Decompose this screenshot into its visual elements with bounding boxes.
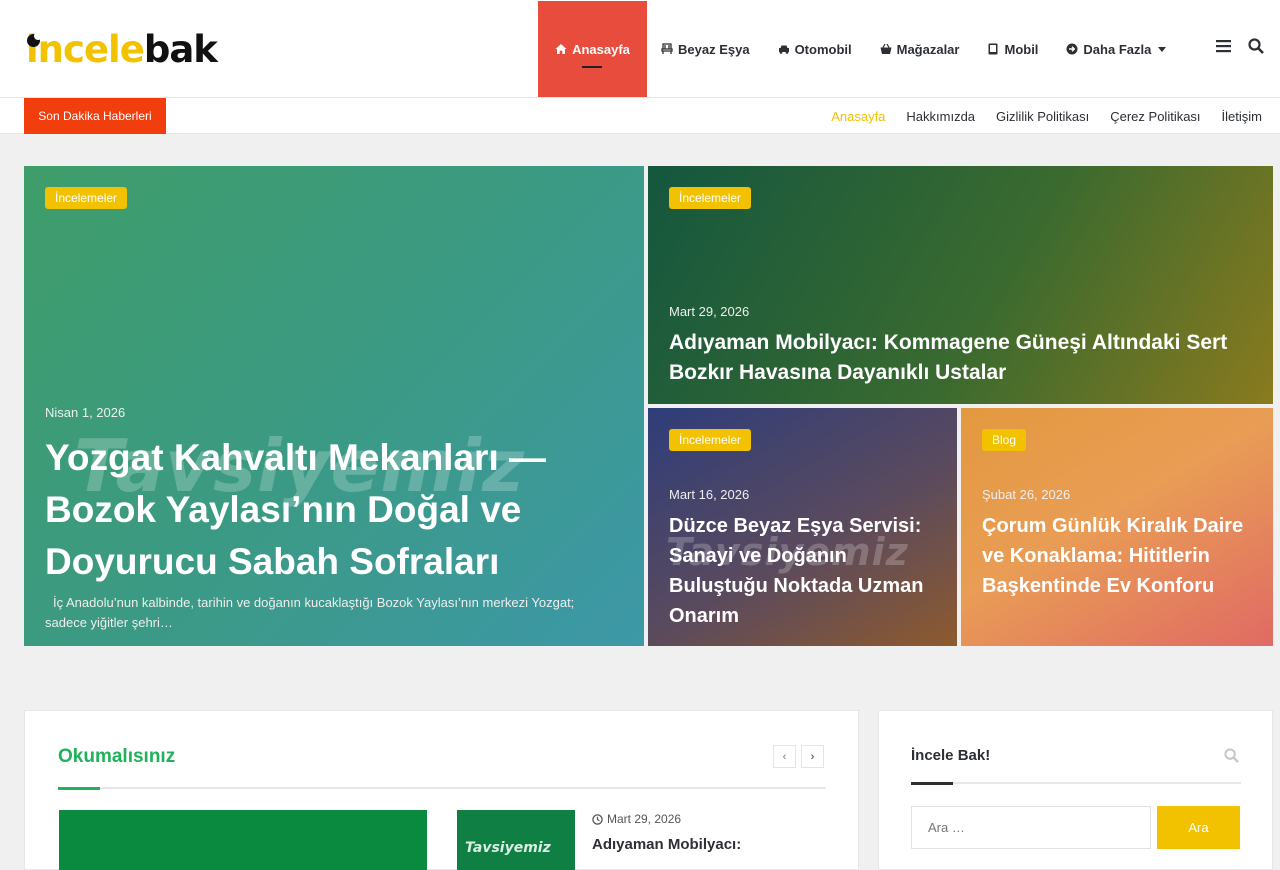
sidebar-widget: İncele Bak! Ara bbox=[878, 710, 1273, 870]
nav-item-daha-fazla[interactable]: Daha Fazla bbox=[1052, 1, 1180, 97]
top-links: Anasayfa Hakkımızda Gizlilik Politikası … bbox=[831, 98, 1262, 134]
post-meta: Mart 29, 2026 bbox=[592, 812, 681, 826]
post-title[interactable]: Adıyaman Mobilyacı: bbox=[592, 836, 741, 853]
nav-item-otomobil[interactable]: Otomobil bbox=[764, 1, 866, 97]
featured-post-2[interactable]: İncelemeler Mart 29, 2026 Adıyaman Mobil… bbox=[648, 166, 1273, 404]
category-badge[interactable]: İncelemeler bbox=[669, 187, 752, 209]
next-button[interactable]: › bbox=[801, 745, 824, 768]
car-icon bbox=[778, 45, 789, 54]
breaking-news-label[interactable]: Son Dakika Haberleri bbox=[24, 98, 166, 134]
nav-label: Daha Fazla bbox=[1083, 41, 1152, 57]
top-link-anasayfa[interactable]: Anasayfa bbox=[831, 109, 885, 124]
post-title[interactable]: Yozgat Kahvaltı Mekanları — Bozok Yaylas… bbox=[45, 432, 614, 588]
site-logo[interactable]: incele bak bbox=[26, 28, 218, 71]
arrow-circle-icon bbox=[1066, 43, 1078, 55]
header-tools bbox=[1216, 38, 1264, 54]
nav-item-mobil[interactable]: Mobil bbox=[973, 1, 1052, 97]
post-title[interactable]: Çorum Günlük Kiralık Daire ve Konaklama:… bbox=[982, 511, 1251, 601]
post-excerpt: İç Anadolu’nun kalbinde, tarihin ve doğa… bbox=[45, 595, 575, 630]
search-icon bbox=[1224, 748, 1239, 763]
widget-title: İncele Bak! bbox=[911, 747, 991, 764]
site-header: incele bak Anasayfa Beyaz Eşya Otomobil M… bbox=[0, 0, 1280, 97]
post-title[interactable]: Düzce Beyaz Eşya Servisi: Sanayi ve Doğa… bbox=[669, 511, 937, 631]
section-divider bbox=[58, 787, 826, 790]
chevron-down-icon bbox=[1158, 46, 1167, 52]
thumbnail-watermark: Tavsiyemiz bbox=[465, 840, 551, 856]
logo-text-part1: incele bbox=[26, 28, 145, 71]
category-badge[interactable]: İncelemeler bbox=[669, 429, 752, 451]
featured-post-main[interactable]: Tavsiyemiz İncelemeler Nisan 1, 2026 Yoz… bbox=[24, 166, 644, 646]
post-date: Mart 29, 2026 bbox=[607, 812, 682, 826]
nav-item-beyaz-esya[interactable]: Beyaz Eşya bbox=[647, 1, 764, 97]
post-date: Mart 29, 2026 bbox=[669, 304, 750, 319]
logo-dot-highlight bbox=[34, 32, 42, 40]
nav-item-magazalar[interactable]: Mağazalar bbox=[866, 1, 974, 97]
category-badge[interactable]: Blog bbox=[982, 429, 1027, 451]
featured-post-3[interactable]: Tavsiyemiz İncelemeler Mart 16, 2026 Düz… bbox=[648, 408, 957, 646]
nav-label: Mobil bbox=[1004, 41, 1039, 57]
post-title[interactable]: Adıyaman Mobilyacı: Kommagene Güneşi Alt… bbox=[669, 328, 1243, 388]
featured-post-4[interactable]: Blog Şubat 26, 2026 Çorum Günlük Kiralık… bbox=[961, 408, 1273, 646]
logo-text-part2: bak bbox=[143, 28, 218, 71]
tablet-icon bbox=[988, 43, 998, 55]
nav-label: Otomobil bbox=[794, 41, 852, 57]
section-title: Okumalısınız bbox=[58, 746, 176, 767]
basket-icon bbox=[880, 43, 892, 54]
search-icon[interactable] bbox=[1248, 38, 1264, 54]
main-nav: Anasayfa Beyaz Eşya Otomobil Mağazalar M… bbox=[538, 1, 1180, 97]
top-bar: Son Dakika Haberleri Anasayfa Hakkımızda… bbox=[0, 97, 1280, 134]
category-badge[interactable]: İncelemeler bbox=[45, 187, 128, 209]
menu-icon[interactable] bbox=[1216, 39, 1232, 53]
prev-button[interactable]: ‹ bbox=[773, 745, 796, 768]
post-thumbnail-large[interactable] bbox=[59, 810, 427, 870]
top-link-cerez[interactable]: Çerez Politikası bbox=[1110, 109, 1200, 124]
home-icon bbox=[555, 44, 567, 54]
top-link-hakkimizda[interactable]: Hakkımızda bbox=[906, 109, 975, 124]
post-thumbnail-small[interactable]: Tavsiyemiz bbox=[457, 810, 575, 870]
must-read-section: Okumalısınız ‹ › Tavsiyemiz Mart 29, 202… bbox=[24, 710, 859, 870]
nav-label: Beyaz Eşya bbox=[678, 41, 750, 57]
post-date: Mart 16, 2026 bbox=[669, 487, 750, 502]
nav-label: Anasayfa bbox=[572, 41, 630, 57]
chair-icon bbox=[661, 43, 673, 54]
nav-item-anasayfa[interactable]: Anasayfa bbox=[538, 1, 647, 97]
clock-icon bbox=[592, 813, 603, 825]
widget-divider bbox=[911, 782, 1241, 785]
search-input[interactable] bbox=[911, 806, 1151, 849]
top-link-iletisim[interactable]: İletişim bbox=[1222, 109, 1262, 124]
post-date: Şubat 26, 2026 bbox=[982, 487, 1071, 502]
search-button[interactable]: Ara bbox=[1157, 806, 1240, 849]
top-link-gizlilik[interactable]: Gizlilik Politikası bbox=[996, 109, 1089, 124]
nav-label: Mağazalar bbox=[896, 41, 960, 57]
post-date: Nisan 1, 2026 bbox=[45, 405, 126, 420]
